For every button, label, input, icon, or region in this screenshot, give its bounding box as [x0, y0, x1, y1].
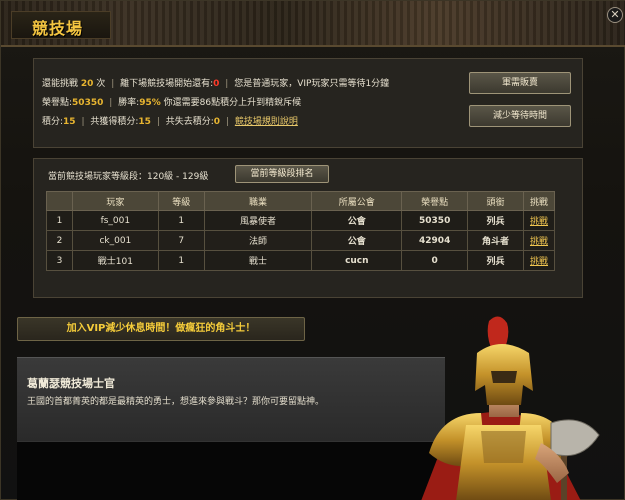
challenge-link[interactable]: 挑戰 [523, 230, 555, 251]
arena-status-panel: 還能挑戰 20 次 | 離下場競技場開始還有:0 | 您是普通玩家，VIP玩家只… [33, 58, 583, 148]
player-guild: 公會 [311, 210, 403, 231]
player-honor: 42904 [401, 230, 469, 251]
column-header-level: 等級 [157, 191, 205, 211]
level-bracket-label: 當前競技場玩家等級段：120級 - 129級 [48, 172, 209, 182]
bracket-rank-button[interactable]: 當前等級段排名 [235, 165, 329, 183]
player-name: 戰士101 [71, 250, 159, 271]
table-row: 2 ck_001 7 法師 公會 42904 角斗者 挑戰 [46, 230, 555, 251]
challenge-link[interactable]: 挑戰 [523, 250, 555, 271]
points-label: 積分: [42, 117, 64, 127]
honor-label: 榮譽點: [42, 98, 73, 108]
window-title: 競技場 [32, 19, 84, 38]
status-line-1: 還能挑戰 20 次 | 離下場競技場開始還有:0 | 您是普通玩家，VIP玩家只… [42, 79, 390, 89]
winrate-value: 95% [139, 98, 161, 108]
vip-promo-button[interactable]: 加入VIP減少休息時間！做瘋狂的角斗士！ [17, 317, 305, 341]
player-guild: cucn [311, 250, 403, 271]
column-header-guild: 所屬公會 [311, 191, 403, 211]
gladiator-portrait [421, 316, 600, 500]
row-rank: 1 [46, 210, 73, 231]
gained-value: 15 [138, 117, 151, 127]
player-title: 角斗者 [467, 230, 524, 251]
player-name: ck_001 [71, 230, 159, 251]
npc-dialog: 葛蘭瑟競技場士官 王國的首都菁英的都是最精英的勇士，想進來參與戰斗？那你可要留點… [17, 357, 445, 441]
next-match-value: 0 [213, 79, 220, 89]
challenge-link[interactable]: 挑戰 [523, 210, 555, 231]
ranking-table: 玩家 等級 職業 所屬公會 榮譽點 頭銜 挑戰 1 fs_001 1 風暴使者 … [46, 191, 555, 271]
player-class: 法師 [203, 230, 313, 251]
player-title: 列兵 [467, 250, 524, 271]
row-rank: 2 [46, 230, 73, 251]
row-rank: 3 [46, 250, 73, 271]
lost-value: 0 [213, 117, 221, 127]
status-line-3: 積分:15 | 共獲得積分:15 | 共失去積分:0 | 競技場規則說明 [42, 117, 298, 127]
ranking-panel: 當前競技場玩家等級段：120級 - 129級 當前等級段排名 玩家 等級 職業 … [33, 158, 583, 298]
status-line-2: 榮譽點:50350 | 勝率:95% 你還需要86點積分上升到精銳斥候 [42, 98, 302, 108]
remaining-value: 20 [80, 79, 94, 89]
player-honor: 0 [401, 250, 469, 271]
vip-note: 您是普通玩家，VIP玩家只需等待1分鐘 [234, 79, 390, 89]
supply-shop-button[interactable]: 軍需販賣 [469, 72, 571, 94]
player-title: 列兵 [467, 210, 524, 231]
npc-dialog-text: 王國的首都菁英的都是最精英的勇士，想進來參與戰斗？那你可要留點神。 [27, 397, 325, 407]
column-header-title: 頭銜 [467, 191, 524, 211]
npc-name: 葛蘭瑟競技場士官 [27, 377, 115, 390]
column-header-honor: 榮譽點 [401, 191, 469, 211]
dialog-footer [17, 441, 445, 500]
table-row: 1 fs_001 1 風暴使者 公會 50350 列兵 挑戰 [46, 210, 555, 231]
close-button[interactable]: ✕ [607, 7, 623, 23]
arena-window: 競技場 ✕ 還能挑戰 20 次 | 離下場競技場開始還有:0 | 您是普通玩家，… [0, 0, 625, 500]
column-header-player: 玩家 [71, 191, 159, 211]
player-class: 風暴使者 [203, 210, 313, 231]
player-honor: 50350 [401, 210, 469, 231]
table-header-row: 玩家 等級 職業 所屬公會 榮譽點 頭銜 挑戰 [46, 191, 555, 211]
gained-label: 共獲得積分: [90, 117, 139, 127]
player-class: 戰士 [203, 250, 313, 271]
remaining-label: 還能挑戰 [42, 79, 79, 89]
reduce-wait-button[interactable]: 減少等待時間 [469, 105, 571, 127]
winrate-label: 勝率: [118, 98, 140, 108]
rules-link[interactable]: 競技場規則說明 [235, 117, 298, 127]
player-guild: 公會 [311, 230, 403, 251]
player-level: 1 [157, 210, 205, 231]
title-bar: 競技場 ✕ [1, 1, 625, 47]
points-value: 15 [63, 117, 76, 127]
table-row: 3 戰士101 1 戰士 cucn 0 列兵 挑戰 [46, 250, 555, 271]
remaining-unit: 次 [96, 79, 106, 89]
column-header-challenge: 挑戰 [523, 191, 555, 211]
next-match-label: 離下場競技場開始還有: [120, 79, 214, 89]
player-level: 1 [157, 250, 205, 271]
lost-label: 共失去積分: [165, 117, 214, 127]
column-header-class: 職業 [203, 191, 313, 211]
honor-value: 50350 [72, 98, 104, 108]
column-header-rank [46, 191, 73, 211]
player-level: 7 [157, 230, 205, 251]
player-name: fs_001 [71, 210, 159, 231]
rank-up-note: 你還需要86點積分上升到精銳斥候 [163, 98, 302, 108]
